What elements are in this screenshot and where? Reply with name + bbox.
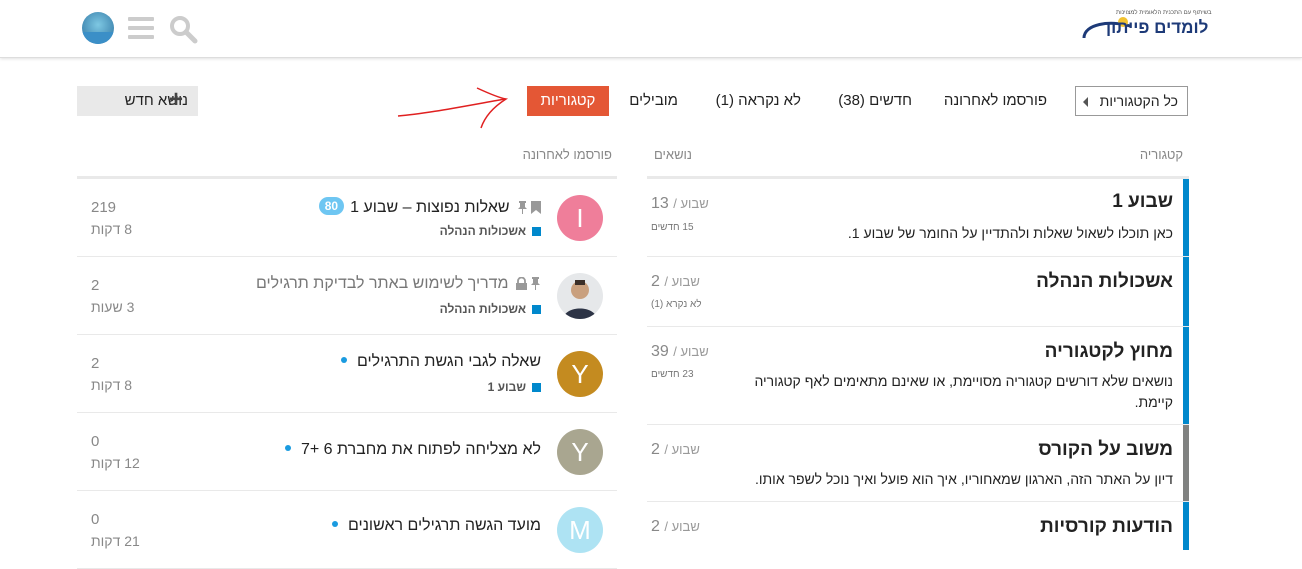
caret-left-icon xyxy=(1083,97,1088,107)
hamburger-icon[interactable] xyxy=(128,17,154,39)
topic-title[interactable]: שאלה לגבי הגשת התרגילים xyxy=(340,353,541,371)
new-dot-indicator xyxy=(340,357,347,363)
activity-age[interactable]: 8 דקות xyxy=(91,221,132,237)
nav-new[interactable]: חדשים (38) xyxy=(838,86,912,116)
category-color-bar xyxy=(1183,327,1189,424)
all-categories-dropdown[interactable]: כל הקטגוריות xyxy=(1075,86,1188,116)
category-row[interactable]: מחוץ לקטגוריה נושאים שלא דורשים קטגוריה … xyxy=(647,326,1189,424)
category-row[interactable]: הודעות קורסיות 2 / שבוע xyxy=(647,501,1189,550)
topic-title[interactable]: מועד הגשה תרגילים ראשונים xyxy=(332,517,541,535)
category-row[interactable]: אשכולות הנהלה 2 / שבוע לא נקרא (1) xyxy=(647,256,1189,326)
reply-count: 2 xyxy=(91,277,100,294)
category-color-bar xyxy=(1183,257,1189,326)
plus-icon: + xyxy=(169,86,184,113)
nav-latest[interactable]: פורסמו לאחרונה xyxy=(944,86,1047,116)
column-header-topics: נושאים xyxy=(653,147,692,162)
new-dot-indicator xyxy=(284,445,291,451)
category-description: דיון על האתר הזה, הארגון שמאחוריו, איך ה… xyxy=(754,471,1173,487)
logo-tagline: בשיתוף עם התכנית הלאומית למצוינות xyxy=(1116,10,1212,16)
pin-icon xyxy=(531,277,540,290)
topic-row[interactable]: Y שאלה לגבי הגשת התרגילים שבוע 1 2 8 דקו… xyxy=(77,335,617,413)
reply-count: 219 xyxy=(91,199,117,216)
site-header: בשיתוף עם התכנית הלאומית למצוינות לומדים… xyxy=(0,0,1302,58)
activity-age[interactable]: 3 שעות xyxy=(91,299,134,315)
category-topic-count: 39 / שבוע xyxy=(651,343,709,360)
reply-count: 2 xyxy=(91,355,100,372)
category-name[interactable]: שבוע 1 xyxy=(1112,191,1173,213)
search-icon[interactable] xyxy=(168,14,198,44)
category-name[interactable]: אשכולות הנהלה xyxy=(1036,271,1173,293)
category-topic-count: 2 / שבוע xyxy=(651,441,700,458)
category-color-bar xyxy=(1183,425,1189,501)
nav-unread[interactable]: לא נקראה (1) xyxy=(716,86,801,116)
topic-row[interactable]: M מועד הגשה תרגילים ראשונים 0 21 דקות xyxy=(77,491,617,569)
new-topic-button[interactable]: + נושא חדש xyxy=(77,86,198,116)
all-categories-label: כל הקטגוריות xyxy=(1099,93,1178,109)
topic-category-link[interactable]: אשכולות הנהלה xyxy=(440,224,541,238)
topic-row[interactable]: I שאלות נפוצות – שבוע 180 אשכולות הנהלה … xyxy=(77,179,617,257)
new-dot-indicator xyxy=(332,521,339,527)
activity-age[interactable]: 21 דקות xyxy=(91,533,140,549)
user-avatar[interactable] xyxy=(82,12,114,44)
topic-category-link[interactable]: אשכולות הנהלה xyxy=(440,302,541,316)
avatar[interactable]: Y xyxy=(557,429,603,475)
topic-row[interactable]: מדריך לשימוש באתר לבדיקת תרגילים אשכולות… xyxy=(77,257,617,335)
column-header-category: קטגוריה xyxy=(1139,147,1183,162)
category-name[interactable]: הודעות קורסיות xyxy=(1040,516,1173,538)
category-color-bar xyxy=(1183,179,1189,256)
lock-icon xyxy=(516,277,527,290)
category-row[interactable]: משוב על הקורס דיון על האתר הזה, הארגון ש… xyxy=(647,424,1189,501)
category-description: כאן תוכלו לשאול שאלות ולהתדיין על החומר … xyxy=(847,225,1173,241)
category-new-count[interactable]: 15 חדשים xyxy=(651,222,694,233)
category-topic-count: 2 / שבוע xyxy=(651,518,700,535)
topic-row[interactable]: Y לא מצליחה לפתוח את מחברת 6 +7 0 12 דקו… xyxy=(77,413,617,491)
bookmark-icon xyxy=(531,201,541,214)
activity-age[interactable]: 8 דקות xyxy=(91,377,132,393)
topic-category-link[interactable]: שבוע 1 xyxy=(488,380,541,394)
category-row[interactable]: שבוע 1 כאן תוכלו לשאול שאלות ולהתדיין על… xyxy=(647,178,1189,256)
category-name[interactable]: מחוץ לקטגוריה xyxy=(1045,341,1173,363)
category-topic-count: 2 / שבוע xyxy=(651,273,700,290)
red-annotation-arrow xyxy=(397,87,509,129)
avatar[interactable]: I xyxy=(557,195,603,241)
category-unread-count[interactable]: לא נקרא (1) xyxy=(651,299,702,310)
nav-categories[interactable]: קטגוריות xyxy=(527,86,609,116)
avatar[interactable] xyxy=(557,273,603,319)
reply-count: 0 xyxy=(91,433,100,450)
reply-count: 0 xyxy=(91,511,100,528)
topic-title[interactable]: לא מצליחה לפתוח את מחברת 6 +7 xyxy=(284,441,541,459)
topic-title[interactable]: שאלות נפוצות – שבוע 180 xyxy=(318,197,541,217)
pin-icon xyxy=(518,201,527,214)
category-description: נושאים שלא דורשים קטגוריה מסויימת, או שא… xyxy=(754,373,1173,410)
category-topic-count: 13 / שבוע xyxy=(651,195,709,212)
activity-age[interactable]: 12 דקות xyxy=(91,455,140,471)
column-header-latest: פורסמו לאחרונה xyxy=(522,147,612,162)
topic-title[interactable]: מדריך לשימוש באתר לבדיקת תרגילים xyxy=(256,275,541,293)
category-color-bar xyxy=(1183,502,1189,550)
avatar[interactable]: M xyxy=(557,507,603,553)
logo-text: לומדים פייתון xyxy=(1106,18,1209,37)
nav-top[interactable]: מובילים xyxy=(629,86,678,116)
category-new-count[interactable]: 23 חדשים xyxy=(651,369,694,380)
avatar[interactable]: Y xyxy=(557,351,603,397)
category-name[interactable]: משוב על הקורס xyxy=(1038,439,1173,461)
unread-badge[interactable]: 80 xyxy=(318,197,345,215)
